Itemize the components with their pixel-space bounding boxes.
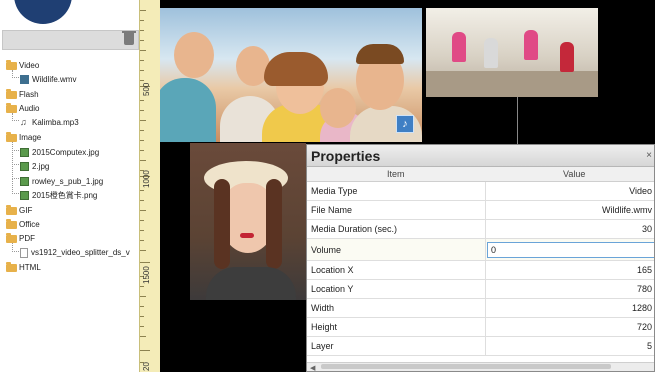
tree-item-wildlife[interactable]: Wildlife.wmv — [20, 74, 76, 85]
folder-icon — [6, 232, 17, 243]
property-row-file-name[interactable]: File Name Wildlife.wmv — [307, 201, 654, 220]
tree-folder-video[interactable]: Video — [6, 59, 39, 71]
property-row-height[interactable]: Height 720 — [307, 318, 654, 337]
image-file-icon — [20, 148, 29, 157]
image-file-icon — [20, 177, 29, 186]
column-header-value: Value — [563, 169, 586, 179]
media-library-panel: Video Wildlife.wmv Flash Audio ♫ Kalimba.… — [0, 0, 139, 372]
tree-item-card[interactable]: 2015橙色賞卡.png — [20, 190, 97, 201]
image-layer-children[interactable] — [160, 8, 422, 142]
tree-item-kalimba[interactable]: ♫ Kalimba.mp3 — [20, 117, 79, 128]
music-note-icon: ♫ — [20, 117, 27, 127]
video-file-icon — [20, 75, 29, 84]
property-row-location-y[interactable]: Location Y 780 — [307, 280, 654, 299]
ruler-label: 500 — [142, 82, 151, 96]
app-logo — [14, 0, 72, 24]
ruler-label: 1000 — [142, 170, 151, 188]
tree-folder-gif[interactable]: GIF — [6, 204, 32, 216]
tree-item-2jpg[interactable]: 2.jpg — [20, 161, 49, 172]
image-layer-portrait[interactable] — [190, 143, 306, 300]
tree-item-vs1912[interactable]: vs1912_video_splitter_ds_v — [20, 247, 130, 258]
folder-icon — [6, 218, 17, 229]
tree-folder-html[interactable]: HTML — [6, 261, 41, 273]
ruler-label: 1500 — [142, 266, 151, 284]
tree-item-computex[interactable]: 2015Computex.jpg — [20, 147, 99, 158]
image-file-icon — [20, 162, 29, 171]
property-row-duration[interactable]: Media Duration (sec.) 30 — [307, 220, 654, 239]
folder-icon — [6, 131, 17, 142]
properties-titlebar[interactable]: Properties × — [307, 145, 654, 167]
property-row-layer[interactable]: Layer 5 — [307, 337, 654, 356]
close-icon[interactable]: × — [646, 150, 652, 161]
horizontal-scrollbar[interactable]: ◀ — [307, 362, 654, 371]
folder-icon — [6, 261, 17, 272]
tree-item-rowley[interactable]: rowley_s_pub_1.jpg — [20, 176, 103, 187]
property-row-media-type[interactable]: Media Type Video — [307, 182, 654, 201]
folder-icon — [6, 88, 17, 99]
vertical-ruler: 500 1000 1500 20 — [139, 0, 160, 372]
trash-icon[interactable] — [122, 31, 136, 45]
folder-icon — [6, 59, 17, 70]
tree-folder-office[interactable]: Office — [6, 218, 40, 230]
image-file-icon — [20, 191, 29, 200]
document-icon — [20, 247, 28, 258]
folder-icon — [6, 102, 17, 113]
volume-input[interactable]: 0 — [487, 242, 654, 258]
scrollbar-thumb[interactable] — [321, 364, 611, 369]
property-row-width[interactable]: Width 1280 — [307, 299, 654, 318]
properties-header: Item Value — [307, 167, 654, 182]
column-header-item: Item — [387, 169, 405, 179]
scroll-left-icon[interactable]: ◀ — [310, 364, 315, 371]
library-toolbar — [2, 30, 139, 50]
property-row-location-x[interactable]: Location X 165 — [307, 261, 654, 280]
image-layer-fitness[interactable] — [426, 8, 598, 97]
properties-panel: Properties × Item Value Media Type Video… — [306, 144, 655, 372]
property-row-volume[interactable]: Volume 0 — [307, 239, 654, 261]
ruler-label: 20 — [142, 362, 151, 371]
properties-title: Properties — [311, 148, 381, 164]
tree-folder-pdf[interactable]: PDF — [6, 232, 35, 244]
tree-folder-flash[interactable]: Flash — [6, 88, 39, 100]
folder-icon — [6, 204, 17, 215]
music-note-icon[interactable]: ♪ — [396, 115, 414, 133]
